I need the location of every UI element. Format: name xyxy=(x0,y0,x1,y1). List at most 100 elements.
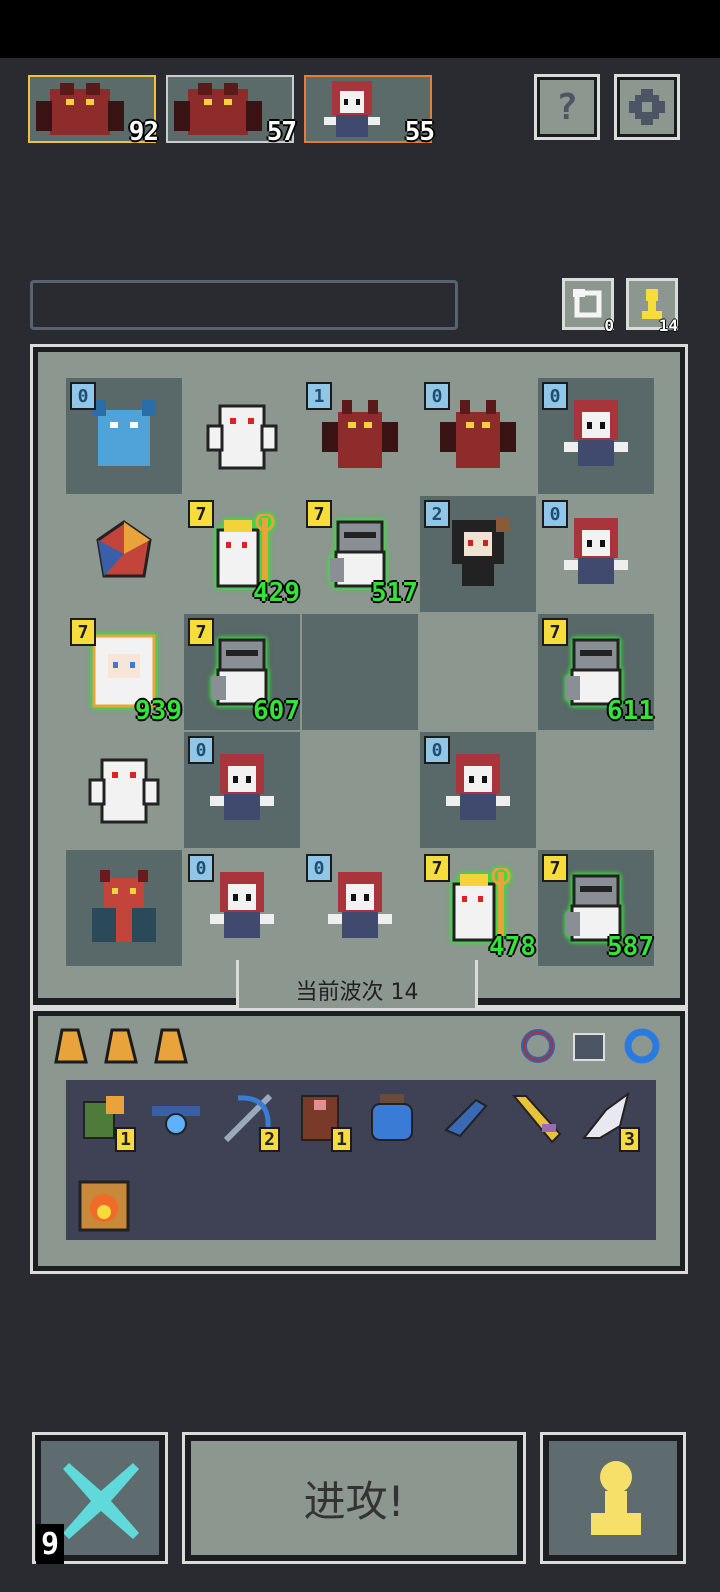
board-tile-3-2[interactable] xyxy=(302,732,418,848)
unit-power: 429 xyxy=(253,578,300,608)
attack-label: 进攻! xyxy=(303,1476,405,1526)
unit-level: 7 xyxy=(542,618,568,646)
unit-power: 607 xyxy=(253,696,300,726)
blue-gauntlet-icon xyxy=(444,1098,488,1138)
unit-level: 0 xyxy=(70,382,96,410)
board-tile-4-4[interactable]: 7 587 xyxy=(538,850,654,966)
status-bar xyxy=(0,0,720,58)
ring-icons xyxy=(521,1028,660,1064)
unit-level: 7 xyxy=(70,618,96,646)
unit-level: 2 xyxy=(424,500,450,528)
unit-power: 517 xyxy=(371,578,418,608)
settings-button[interactable] xyxy=(614,74,680,140)
resource-triangles xyxy=(52,1026,200,1070)
ring-slots[interactable] xyxy=(520,1026,666,1070)
attack-button[interactable]: 进攻! xyxy=(182,1432,526,1564)
red-demon-lord-icon xyxy=(92,870,156,942)
board-tile-1-1[interactable]: 7 429 xyxy=(184,496,300,612)
gold-shard-icon xyxy=(54,1028,188,1064)
board-tile-3-3[interactable]: 0 xyxy=(420,732,536,848)
board-tile-0-3[interactable]: 0 xyxy=(420,378,536,494)
red-dragon-icon xyxy=(322,400,398,468)
board-tile-1-0[interactable] xyxy=(66,496,182,612)
unit-level: 7 xyxy=(542,854,568,882)
game-board: 0 1 0 0 7 429 7 517 2 0 7 939 7 607 7 611 0 0 0 0 7 478 7 587 xyxy=(66,378,656,968)
blue-amulet-icon xyxy=(152,1106,200,1135)
inventory-item[interactable] xyxy=(508,1090,564,1146)
board-tile-2-4[interactable]: 7 611 xyxy=(538,614,654,730)
gold-counter: 9 xyxy=(36,1524,64,1564)
item-quantity: 2 xyxy=(259,1127,280,1152)
board-tile-4-0[interactable] xyxy=(66,850,182,966)
board-tile-0-4[interactable]: 0 xyxy=(538,378,654,494)
help-button[interactable]: ? xyxy=(534,74,600,140)
board-tile-2-2[interactable] xyxy=(302,614,418,730)
inventory-item[interactable]: 1 xyxy=(292,1090,352,1152)
board-tile-2-0[interactable]: 7 939 xyxy=(66,614,182,730)
white-yeti-icon xyxy=(88,758,160,824)
unit-level: 7 xyxy=(188,500,214,528)
board-tile-2-1[interactable]: 7 607 xyxy=(184,614,300,730)
pawn-icon xyxy=(591,1461,641,1535)
red-hair-girl-icon xyxy=(564,400,628,466)
unit-level: 0 xyxy=(542,500,568,528)
unit-level: 1 xyxy=(306,382,332,410)
unit-level: 0 xyxy=(424,382,450,410)
gem-icon xyxy=(96,520,152,578)
enemy-power: 57 xyxy=(266,117,297,147)
gear-icon xyxy=(629,89,665,125)
board-tile-2-3[interactable] xyxy=(420,614,536,730)
unit-level: 7 xyxy=(424,854,450,882)
enemy-card-1[interactable]: 92 xyxy=(28,75,159,147)
board-tile-1-4[interactable]: 0 xyxy=(538,496,654,612)
item-quantity: 3 xyxy=(619,1127,640,1152)
blue-demon-icon xyxy=(92,400,156,466)
unit-power: 611 xyxy=(607,696,654,726)
board-tile-4-1[interactable]: 0 xyxy=(184,850,300,966)
board-tile-0-2[interactable]: 1 xyxy=(302,378,418,494)
inventory-item[interactable] xyxy=(76,1178,132,1234)
inventory-item[interactable] xyxy=(364,1090,420,1146)
restore-count: 0 xyxy=(604,316,614,335)
board-tile-0-0[interactable]: 0 xyxy=(66,378,182,494)
red-hair-girl-icon xyxy=(210,754,274,820)
unit-level: 0 xyxy=(542,382,568,410)
pawn-button[interactable]: 14 xyxy=(626,278,678,335)
cross-icon xyxy=(63,1463,139,1539)
unit-power: 939 xyxy=(135,696,182,726)
unit-level: 0 xyxy=(424,736,450,764)
enemy-card-3[interactable]: 55 xyxy=(304,75,435,147)
fire-scroll-icon xyxy=(78,1180,130,1232)
board-tile-3-1[interactable]: 0 xyxy=(184,732,300,848)
enemy-power: 55 xyxy=(404,117,435,147)
unit-level: 7 xyxy=(188,618,214,646)
board-tile-3-4[interactable] xyxy=(538,732,654,848)
board-tile-1-2[interactable]: 7 517 xyxy=(302,496,418,612)
board-tile-4-3[interactable]: 7 478 xyxy=(420,850,536,966)
help-icon: ? xyxy=(556,86,578,128)
board-tile-0-1[interactable] xyxy=(184,378,300,494)
restore-button[interactable]: 0 xyxy=(562,278,614,335)
recruit-button[interactable] xyxy=(540,1432,686,1564)
board-tile-1-3[interactable]: 2 xyxy=(420,496,536,612)
enemy-card-2[interactable]: 57 xyxy=(166,75,297,147)
white-yeti-icon xyxy=(206,404,278,470)
golden-dagger-icon xyxy=(511,1095,562,1144)
unit-level: 0 xyxy=(188,736,214,764)
unit-power: 587 xyxy=(607,932,654,962)
inventory-item[interactable] xyxy=(436,1090,492,1146)
inventory-item[interactable]: 1 xyxy=(76,1090,136,1152)
inventory-item[interactable]: 2 xyxy=(220,1090,280,1152)
item-quantity: 1 xyxy=(331,1127,352,1152)
unit-power: 478 xyxy=(489,932,536,962)
unit-level: 0 xyxy=(306,854,332,882)
item-quantity: 1 xyxy=(115,1127,136,1152)
board-tile-4-2[interactable]: 0 xyxy=(302,850,418,966)
pawn-count: 14 xyxy=(658,316,678,335)
inventory-item[interactable]: 3 xyxy=(580,1090,640,1152)
inventory-item[interactable] xyxy=(148,1090,204,1146)
unit-level: 7 xyxy=(306,500,332,528)
board-tile-3-0[interactable] xyxy=(66,732,182,848)
red-hair-girl-icon xyxy=(446,754,510,820)
red-dragon-icon xyxy=(440,400,516,468)
